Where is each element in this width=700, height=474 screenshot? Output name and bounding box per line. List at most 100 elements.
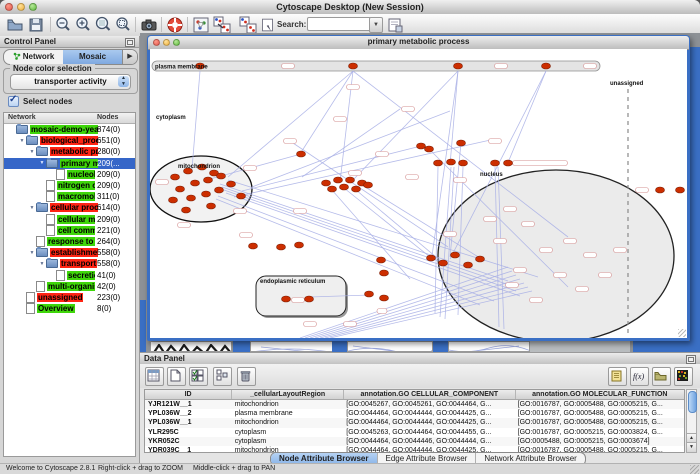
network-node[interactable] <box>217 173 226 179</box>
float-panel-icon[interactable] <box>125 38 135 47</box>
tree-item-cellular-process[interactable]: ▼cellular process614(0) <box>4 202 135 213</box>
network-node[interactable] <box>439 260 448 266</box>
tree-item-metabolic-process[interactable]: ▼metabolic process280(0) <box>4 146 135 157</box>
delete-attribute-icon[interactable] <box>237 367 256 386</box>
search-dropdown-button[interactable]: ▼ <box>369 17 383 33</box>
tree-item-primary-metab[interactable]: ▼primary metab209(... <box>4 158 135 169</box>
function-builder-icon[interactable]: f(x) <box>630 367 649 386</box>
network-node[interactable] <box>227 181 236 187</box>
network-node[interactable] <box>277 244 286 250</box>
more-tabs-button[interactable]: ▶ <box>122 50 137 64</box>
zoom-fit-icon[interactable] <box>94 16 112 34</box>
network-edge[interactable] <box>234 139 495 197</box>
network-node[interactable] <box>676 187 685 193</box>
select-nodes-checkbox[interactable] <box>8 96 19 107</box>
tree-item-macromolecule[interactable]: macromolecule311(0) <box>4 191 135 202</box>
network-node[interactable] <box>215 187 224 193</box>
network-node[interactable] <box>237 193 246 199</box>
network-node[interactable] <box>187 195 196 201</box>
network-edge[interactable] <box>290 141 448 247</box>
expand-arrow-icon[interactable]: ▼ <box>18 138 26 144</box>
save-session-icon[interactable] <box>27 16 45 34</box>
network-node[interactable] <box>459 160 468 166</box>
tree-item-establishment-of-lo[interactable]: ▼establishment of lo558(0) <box>4 247 135 258</box>
expand-arrow-icon[interactable]: ▼ <box>38 160 46 166</box>
collapse-network-icon[interactable] <box>239 16 257 34</box>
network-node[interactable] <box>202 191 211 197</box>
search-options-icon[interactable] <box>386 16 404 34</box>
col-id[interactable]: ID <box>145 390 232 399</box>
network-edge[interactable] <box>302 109 400 177</box>
network-node[interactable] <box>447 159 456 165</box>
select-attributes-icon[interactable] <box>189 367 208 386</box>
table-cell[interactable]: [GO:0045263, GO:0044464, GO:0044455, G..… <box>343 428 514 437</box>
network-node[interactable] <box>176 186 185 192</box>
scrollbar-thumb[interactable] <box>688 391 697 413</box>
tree-item-multi-organism-pro[interactable]: multi-organism pro42(0) <box>4 281 135 292</box>
col-go-molecular-function[interactable]: annotation.GO MOLECULAR_FUNCTION <box>516 390 684 399</box>
tab-network[interactable]: Network <box>4 50 63 64</box>
tree-item-response-to-stimulu[interactable]: response to stimulu264(0) <box>4 236 135 247</box>
table-cell[interactable]: YPL036W__2 <box>145 409 232 418</box>
tree-item-unassigned[interactable]: unassigned223(0) <box>4 292 135 303</box>
table-cell[interactable]: mitochondrion <box>232 400 344 409</box>
node-color-dropdown[interactable]: transporter activity▲▼ <box>10 74 131 90</box>
float-panel-icon[interactable] <box>686 355 696 364</box>
annotation-pad-icon[interactable] <box>608 367 627 386</box>
network-window-titlebar[interactable]: primary metabolic process <box>148 36 689 50</box>
table-cell[interactable]: YLR295C <box>145 428 232 437</box>
tree-item-biological-process[interactable]: ▼biological_process651(0) <box>4 135 135 146</box>
tab-mosaic[interactable]: Mosaic <box>63 50 122 64</box>
new-attribute-icon[interactable] <box>167 367 186 386</box>
tree-item-transport[interactable]: ▼transport558(0) <box>4 258 135 269</box>
table-cell[interactable]: YDR039C__1 <box>145 446 232 453</box>
network-node[interactable] <box>380 270 389 276</box>
network-node[interactable] <box>417 143 426 149</box>
select-nodes-option[interactable]: Select nodes <box>8 96 72 107</box>
table-scrollbar[interactable]: ▲ ▼ <box>686 389 697 453</box>
search-input[interactable] <box>307 17 371 31</box>
network-node[interactable] <box>364 182 373 188</box>
table-cell[interactable]: YJR121W__1 <box>145 400 232 409</box>
table-row[interactable]: YKR052Ccytoplasm[GO:0044464, GO:0044446,… <box>145 437 684 446</box>
window-resize-grip[interactable] <box>678 329 686 337</box>
network-node[interactable] <box>656 187 665 193</box>
tree-item-nucleobase-[interactable]: nucleobase-209(0) <box>4 169 135 180</box>
table-row[interactable]: YPL036W__1mitochondrion[GO:0044464, GO:0… <box>145 418 684 427</box>
expand-network-icon[interactable] <box>213 16 231 34</box>
network-canvas[interactable]: plasma membranecytoplasmmitochondrionnuc… <box>150 49 687 338</box>
zoom-in-icon[interactable] <box>74 16 92 34</box>
network-node[interactable] <box>182 207 191 213</box>
network-node[interactable] <box>328 186 337 192</box>
expand-arrow-icon[interactable]: ▼ <box>28 250 36 256</box>
resize-grip[interactable] <box>690 465 699 474</box>
network-node[interactable] <box>476 256 485 262</box>
network-node[interactable] <box>171 174 180 180</box>
help-lifesaver-icon[interactable] <box>166 16 184 34</box>
network-node[interactable] <box>427 255 436 261</box>
table-cell[interactable]: [GO:0016787, GO:0005488, GO:0005215, G..… <box>515 400 684 409</box>
table-cell[interactable]: [GO:0005488, GO:0005215, GO:0003674] <box>515 437 684 446</box>
tree-item-nitrogen-compo[interactable]: nitrogen compo209(0) <box>4 180 135 191</box>
network-overview-icon[interactable] <box>192 16 210 34</box>
network-node[interactable] <box>542 63 551 69</box>
network-node[interactable] <box>346 177 355 183</box>
table-row[interactable]: YPL036W__2plasma membrane[GO:0044464, GO… <box>145 409 684 418</box>
open-session-icon[interactable] <box>6 16 24 34</box>
network-node[interactable] <box>204 177 213 183</box>
table-cell[interactable]: YPL036W__1 <box>145 418 232 427</box>
zoom-selected-icon[interactable] <box>114 16 132 34</box>
table-cell[interactable]: [GO:0016787, GO:0005215, GO:0003824, G..… <box>515 428 684 437</box>
snapshot-camera-icon[interactable] <box>140 16 158 34</box>
network-node[interactable] <box>207 203 216 209</box>
col-cellular-layout-region[interactable]: _cellularLayoutRegion <box>232 390 344 399</box>
network-node[interactable] <box>352 186 361 192</box>
table-cell[interactable]: plasma membrane <box>232 409 344 418</box>
network-node[interactable] <box>504 160 513 166</box>
network-node[interactable] <box>191 180 200 186</box>
network-node[interactable] <box>464 262 473 268</box>
expand-arrow-icon[interactable]: ▼ <box>38 261 46 267</box>
network-node[interactable] <box>377 257 386 263</box>
network-node[interactable] <box>491 160 500 166</box>
table-cell[interactable]: [GO:0044464, GO:0044444, GO:0044425, G..… <box>343 409 514 418</box>
